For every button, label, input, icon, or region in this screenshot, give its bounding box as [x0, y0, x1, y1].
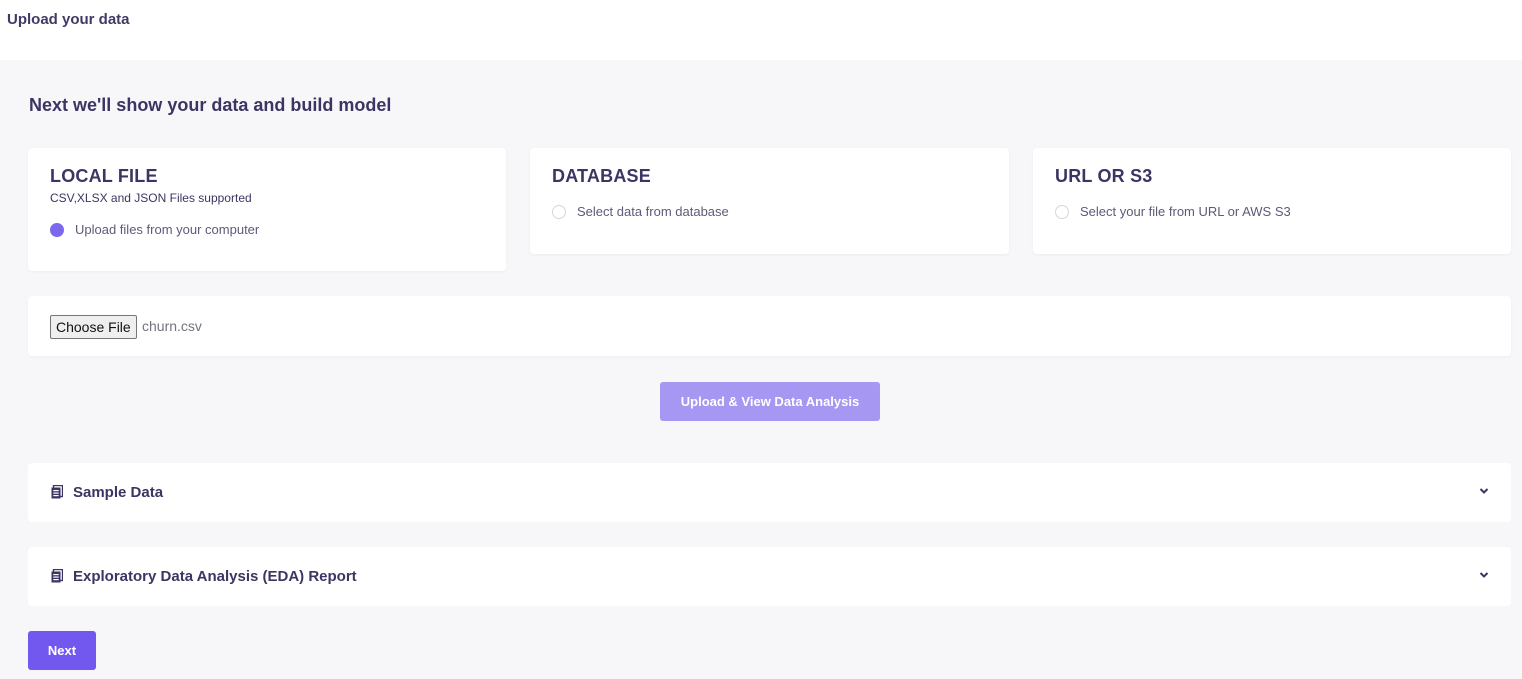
- page-header-title: Upload your data: [7, 11, 130, 28]
- url-s3-radio[interactable]: [1055, 204, 1069, 219]
- local-file-radio-option[interactable]: Upload files from your computer: [50, 222, 259, 237]
- upload-view-analysis-button[interactable]: Upload & View Data Analysis: [660, 382, 880, 421]
- file-input-panel: Choose File churn.csv: [28, 296, 1511, 356]
- source-card-subtitle: CSV,XLSX and JSON Files supported: [50, 191, 252, 205]
- section-title: Next we'll show your data and build mode…: [29, 95, 392, 115]
- source-card-title: LOCAL FILE: [50, 166, 158, 186]
- accordion-title: Exploratory Data Analysis (EDA) Report: [73, 568, 357, 585]
- chevron-down-icon[interactable]: [1479, 571, 1489, 579]
- chevron-down-icon[interactable]: [1479, 487, 1489, 495]
- radio-option-label: Upload files from your computer: [75, 222, 260, 237]
- url-s3-radio-option[interactable]: Select your file from URL or AWS S3: [1055, 204, 1291, 219]
- source-card-title: URL OR S3: [1055, 166, 1153, 186]
- document-icon: [51, 485, 63, 499]
- next-button[interactable]: Next: [28, 631, 96, 670]
- accordion-title: Sample Data: [73, 484, 164, 501]
- source-card-database[interactable]: DATABASE Select data from database: [530, 148, 1009, 254]
- source-card-title: DATABASE: [552, 166, 651, 186]
- accordion-sample-data[interactable]: Sample Data: [28, 463, 1511, 522]
- source-card-local-file[interactable]: LOCAL FILE CSV,XLSX and JSON Files suppo…: [28, 148, 506, 271]
- source-card-url-s3[interactable]: URL OR S3 Select your file from URL or A…: [1033, 148, 1511, 254]
- radio-option-label: Select your file from URL or AWS S3: [1080, 204, 1291, 219]
- database-radio-option[interactable]: Select data from database: [552, 204, 729, 219]
- local-file-radio[interactable]: [50, 222, 64, 237]
- radio-option-label: Select data from database: [577, 204, 729, 219]
- database-radio[interactable]: [552, 204, 566, 219]
- choose-file-button[interactable]: Choose File: [50, 315, 137, 339]
- main-content: Next we'll show your data and build mode…: [0, 60, 1522, 679]
- selected-file-name: churn.csv: [142, 318, 202, 334]
- accordion-eda-report[interactable]: Exploratory Data Analysis (EDA) Report: [28, 547, 1511, 606]
- document-icon: [51, 569, 63, 583]
